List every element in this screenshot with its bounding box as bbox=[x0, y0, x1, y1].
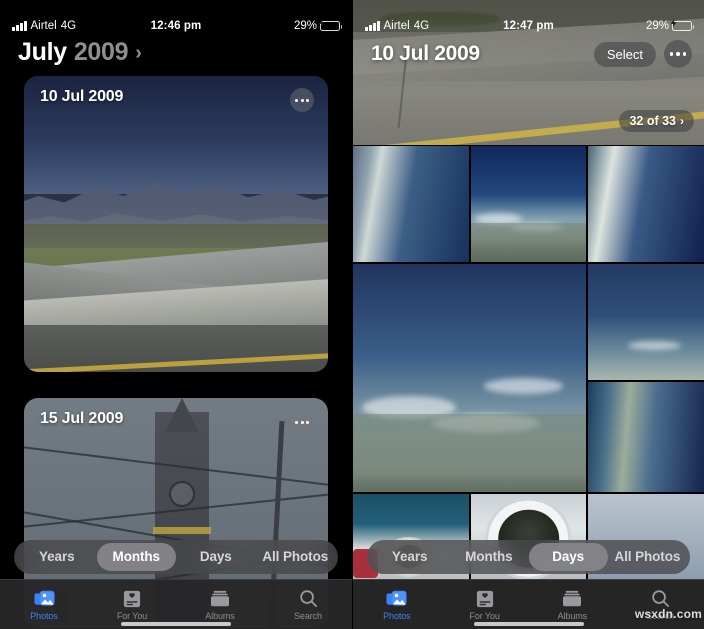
dual-screenshot-container: Airtel 4G 12:46 pm 29% July 2009 › 10 Ju… bbox=[0, 0, 704, 629]
photos-icon bbox=[33, 589, 55, 609]
ellipsis-icon[interactable] bbox=[664, 40, 692, 68]
battery-charging-icon bbox=[318, 18, 343, 31]
segment-all-photos[interactable]: All Photos bbox=[608, 543, 687, 571]
network-type: 4G bbox=[413, 20, 430, 32]
search-icon bbox=[649, 589, 671, 609]
status-bar-time: 12:46 pm bbox=[150, 20, 202, 32]
battery-percent: 29% bbox=[293, 20, 318, 32]
tab-albums[interactable]: Albums bbox=[529, 589, 617, 621]
segment-years[interactable]: Years bbox=[370, 543, 449, 571]
for-you-icon bbox=[121, 589, 143, 609]
timeline-segmented-control[interactable]: Years Months Days All Photos bbox=[14, 540, 338, 574]
tab-label-photos: Photos bbox=[383, 610, 411, 621]
status-bar-left: Airtel 4G bbox=[12, 20, 151, 32]
page-title-month: July bbox=[18, 38, 67, 66]
photo-card-date: 10 Jul 2009 bbox=[40, 88, 124, 105]
days-header: 10 Jul 2009 Select bbox=[353, 40, 704, 68]
tab-label-albums: Albums bbox=[557, 610, 588, 621]
segment-all-photos[interactable]: All Photos bbox=[256, 543, 336, 571]
status-bar-time: 12:47 pm bbox=[503, 20, 554, 32]
signal-bars-icon bbox=[12, 21, 27, 31]
tab-label-search: Search bbox=[294, 610, 322, 621]
status-bar-left: Airtel 4G bbox=[365, 20, 503, 32]
albums-icon bbox=[561, 589, 583, 609]
status-bar: Airtel 4G 12:47 pm 29% bbox=[353, 0, 704, 38]
for-you-icon bbox=[474, 589, 496, 609]
battery-percent: 29% bbox=[645, 20, 670, 32]
photo-card[interactable]: 10 Jul 2009 bbox=[24, 76, 328, 372]
page-title-date: 10 Jul 2009 bbox=[371, 42, 480, 65]
tab-search[interactable]: Search bbox=[264, 589, 352, 621]
phone-screen-months: Airtel 4G 12:46 pm 29% July 2009 › 10 Ju… bbox=[0, 0, 352, 629]
carrier-name: Airtel bbox=[383, 20, 410, 32]
photo-thumb-4[interactable] bbox=[353, 264, 587, 492]
status-bar-right: 29% bbox=[201, 18, 343, 32]
photo-thumb-3[interactable] bbox=[588, 146, 704, 262]
photo-count-badge[interactable]: 32 of 33 › bbox=[619, 110, 694, 132]
tab-albums[interactable]: Albums bbox=[176, 589, 264, 621]
battery-charging-icon bbox=[670, 18, 695, 31]
photo-count-text: 32 of 33 bbox=[629, 114, 676, 128]
chevron-right-icon[interactable]: › bbox=[135, 43, 142, 63]
tab-for-you[interactable]: For You bbox=[441, 589, 529, 621]
watermark: wsxdn.com bbox=[634, 607, 702, 621]
search-icon bbox=[297, 589, 319, 609]
photo-artwork-highway bbox=[24, 76, 328, 372]
network-type: 4G bbox=[60, 20, 77, 32]
photo-thumb-2[interactable] bbox=[470, 146, 587, 262]
albums-icon bbox=[209, 589, 231, 609]
page-title-year: 2009 bbox=[73, 38, 129, 66]
chevron-right-icon: › bbox=[680, 114, 684, 128]
photo-card-date: 15 Jul 2009 bbox=[40, 410, 124, 427]
status-bar-right: 29% bbox=[554, 18, 695, 32]
signal-bars-icon bbox=[365, 21, 380, 31]
timeline-segmented-control[interactable]: Years Months Days All Photos bbox=[367, 540, 690, 574]
tab-label-albums: Albums bbox=[205, 610, 235, 621]
photo-thumb-1[interactable] bbox=[353, 146, 469, 262]
segment-months[interactable]: Months bbox=[96, 543, 176, 571]
home-indicator bbox=[121, 622, 231, 626]
tab-label-for-you: For You bbox=[116, 610, 148, 621]
months-header[interactable]: July 2009 › bbox=[0, 34, 352, 67]
phone-screen-days: Airtel 4G 12:47 pm 29% 10 Jul 2009 Selec… bbox=[352, 0, 704, 629]
ellipsis-icon[interactable] bbox=[290, 88, 314, 112]
photos-icon bbox=[386, 589, 408, 609]
status-bar: Airtel 4G 12:46 pm 29% bbox=[0, 0, 352, 38]
ellipsis-icon[interactable] bbox=[290, 410, 314, 434]
carrier-name: Airtel bbox=[30, 20, 57, 32]
tab-photos[interactable]: Photos bbox=[353, 589, 441, 621]
photo-thumb-5[interactable] bbox=[588, 264, 704, 380]
segment-days[interactable]: Days bbox=[176, 543, 256, 571]
segment-days[interactable]: Days bbox=[528, 543, 608, 571]
segment-years[interactable]: Years bbox=[17, 543, 97, 571]
home-indicator bbox=[473, 622, 584, 626]
select-button[interactable]: Select bbox=[593, 41, 656, 67]
segment-months[interactable]: Months bbox=[449, 543, 528, 571]
tab-label-photos: Photos bbox=[30, 610, 58, 621]
tab-photos[interactable]: Photos bbox=[0, 589, 88, 621]
photo-thumb-6[interactable] bbox=[588, 382, 704, 492]
tab-label-for-you: For You bbox=[469, 610, 500, 621]
tab-for-you[interactable]: For You bbox=[88, 589, 176, 621]
